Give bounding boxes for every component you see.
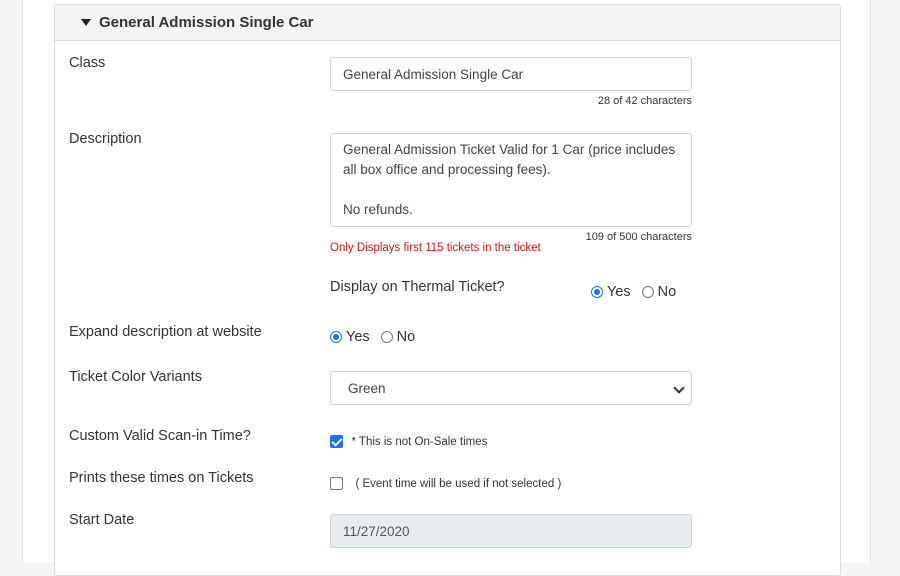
description-label: Description (69, 131, 142, 147)
expand-yes-label[interactable]: Yes (346, 329, 370, 345)
start-date-input[interactable] (330, 514, 692, 548)
color-variants-value: Green (348, 381, 386, 396)
color-variants-label: Ticket Color Variants (69, 369, 202, 385)
custom-scan-note: * This is not On-Sale times (351, 435, 488, 448)
chevron-down-icon (673, 382, 685, 394)
expand-label: Expand description at website (69, 324, 262, 340)
description-line-1: General Admission Ticket Valid for 1 Car… (343, 142, 676, 157)
custom-scan-checkbox[interactable] (330, 435, 343, 449)
thermal-yes-radio[interactable] (591, 286, 603, 298)
prints-times-row: ( Event time will be used if not selecte… (330, 475, 561, 493)
class-label: Class (69, 55, 106, 71)
thermal-label: Display on Thermal Ticket? (330, 279, 505, 295)
color-variants-select[interactable]: Green (330, 371, 692, 405)
thermal-no-label[interactable]: No (658, 284, 677, 300)
expand-yes-radio[interactable] (330, 331, 342, 343)
description-warning: Only Displays first 115 tickets in the t… (330, 242, 541, 254)
prints-times-checkbox[interactable] (330, 477, 343, 491)
section-header[interactable]: General Admission Single Car (55, 5, 840, 41)
description-line-3: No refunds. (343, 202, 413, 217)
expand-no-radio[interactable] (380, 331, 393, 343)
prints-times-label: Prints these times on Tickets (69, 470, 254, 486)
custom-scan-row: * This is not On-Sale times (330, 433, 487, 451)
thermal-no-radio[interactable] (641, 286, 654, 298)
thermal-yes-label[interactable]: Yes (607, 284, 631, 300)
prints-times-note: ( Event time will be used if not selecte… (355, 477, 562, 490)
caret-down-icon[interactable] (81, 19, 91, 26)
class-input[interactable] (330, 57, 692, 91)
thermal-radio-group: Yes No (591, 284, 687, 300)
start-date-label: Start Date (69, 512, 135, 528)
section-title: General Admission Single Car (99, 14, 314, 31)
custom-scan-label: Custom Valid Scan-in Time? (69, 428, 251, 444)
description-textarea[interactable]: General Admission Ticket Valid for 1 Car… (330, 133, 692, 227)
expand-radio-group: Yes No (330, 329, 426, 345)
class-char-counter: 28 of 42 characters (597, 95, 692, 107)
description-line-2: all box office and processing fees). (343, 162, 551, 177)
expand-no-label[interactable]: No (397, 329, 416, 345)
